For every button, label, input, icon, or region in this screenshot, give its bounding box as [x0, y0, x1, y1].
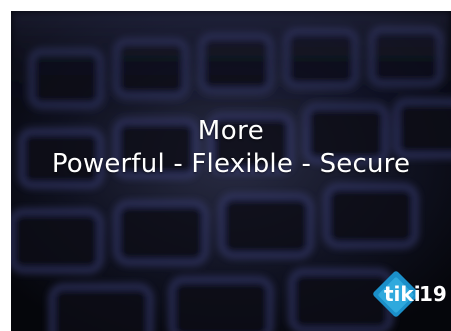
tiki-version-text: 19 — [419, 282, 447, 306]
headline: More Powerful - Flexible - Secure — [11, 115, 451, 181]
headline-line-more: More — [197, 116, 265, 146]
slide-frame: More Powerful - Flexible - Secure tiki 1… — [11, 11, 451, 331]
tiki-logo: tiki 19 — [371, 269, 451, 323]
headline-line-tagline: Powerful - Flexible - Secure — [51, 149, 411, 179]
tiki-brand-text: tiki — [384, 282, 421, 306]
